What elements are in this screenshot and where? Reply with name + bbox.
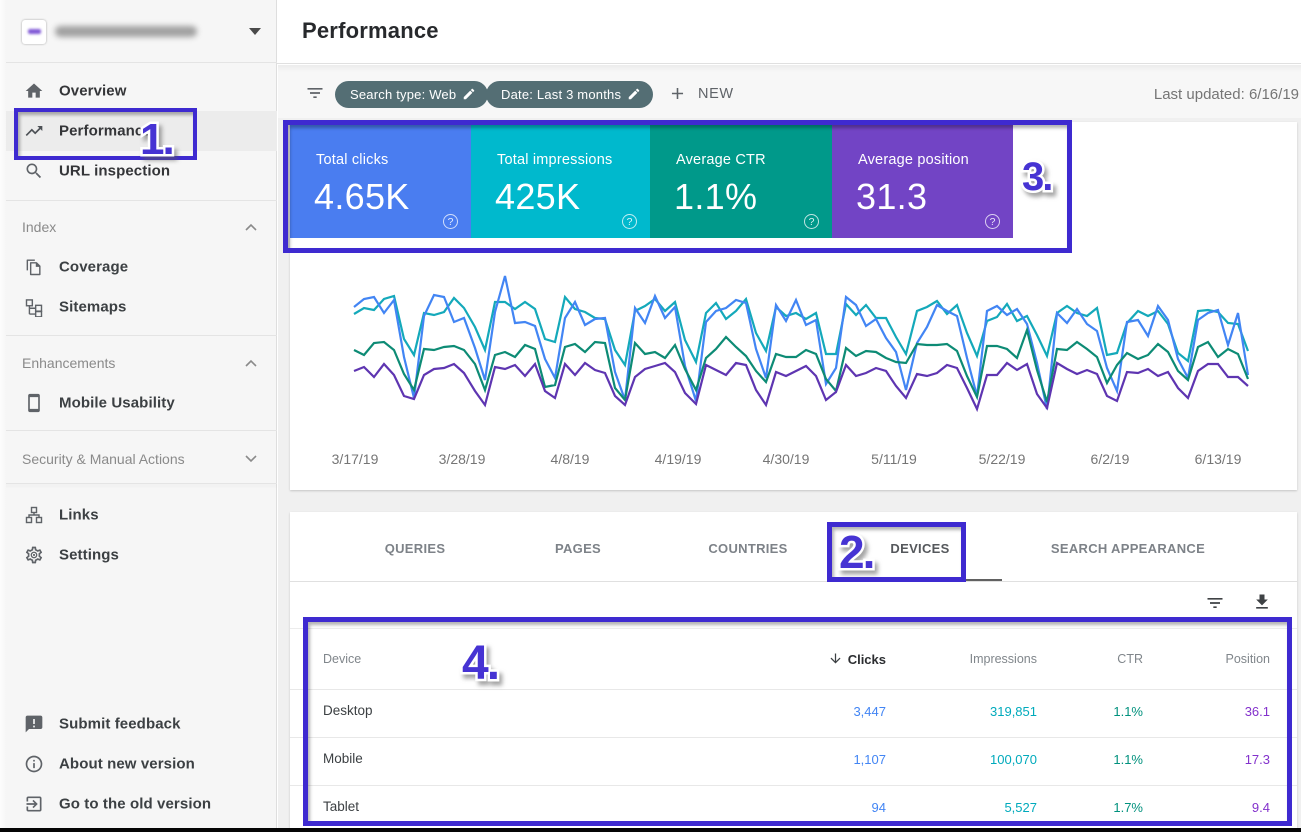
- svg-text:3/28/19: 3/28/19: [439, 451, 486, 467]
- svg-text:3/17/19: 3/17/19: [332, 451, 379, 467]
- svg-text:4/30/19: 4/30/19: [763, 451, 810, 467]
- svg-text:5/22/19: 5/22/19: [979, 451, 1026, 467]
- svg-text:6/13/19: 6/13/19: [1195, 451, 1242, 467]
- svg-text:3.: 3.: [1022, 155, 1051, 199]
- svg-text:5/11/19: 5/11/19: [871, 451, 917, 467]
- svg-text:2.: 2.: [839, 526, 873, 578]
- svg-text:4/19/19: 4/19/19: [655, 451, 702, 467]
- svg-text:1.: 1.: [140, 115, 173, 164]
- svg-text:4.: 4.: [462, 637, 498, 690]
- svg-text:4/8/19: 4/8/19: [551, 451, 590, 467]
- svg-text:6/2/19: 6/2/19: [1091, 451, 1130, 467]
